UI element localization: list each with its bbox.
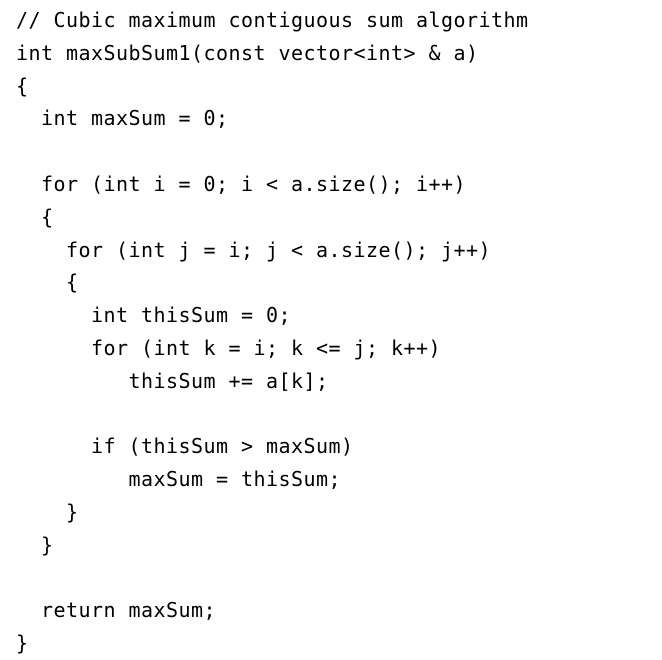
code-line: int maxSum = 0; bbox=[16, 106, 229, 131]
code-listing-page: // Cubic maximum contiguous sum algorith… bbox=[0, 0, 662, 655]
code-line: } bbox=[16, 532, 54, 557]
code-line: { bbox=[16, 204, 54, 229]
code-line: thisSum += a[k]; bbox=[16, 368, 329, 393]
code-line: if (thisSum > maxSum) bbox=[16, 434, 354, 459]
code-line: for (int i = 0; i < a.size(); i++) bbox=[16, 171, 467, 196]
code-line: for (int j = i; j < a.size(); j++) bbox=[16, 237, 492, 262]
code-line: return maxSum; bbox=[16, 598, 217, 623]
code-line: for (int k = i; k <= j; k++) bbox=[16, 335, 442, 360]
code-line: int thisSum = 0; bbox=[16, 303, 292, 328]
code-line: { bbox=[16, 73, 29, 98]
code-line: int maxSubSum1(const vector<int> & a) bbox=[16, 40, 479, 65]
code-line: // Cubic maximum contiguous sum algorith… bbox=[16, 8, 529, 32]
code-line: } bbox=[16, 631, 29, 656]
code-block[interactable]: // Cubic maximum contiguous sum algorith… bbox=[16, 4, 529, 660]
code-line: { bbox=[16, 270, 79, 295]
code-line: maxSum = thisSum; bbox=[16, 467, 342, 492]
code-line: } bbox=[16, 499, 79, 524]
